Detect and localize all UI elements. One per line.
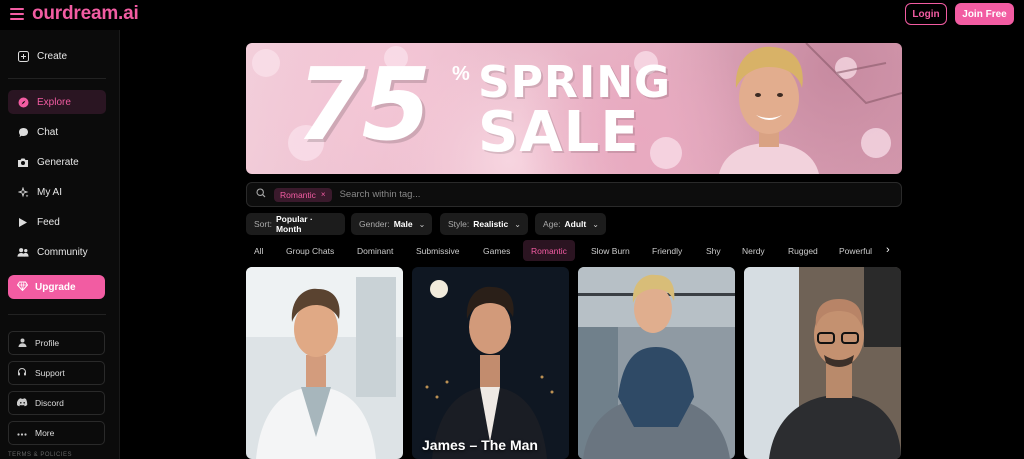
filter-value: Adult: [564, 219, 587, 229]
filter-label: Sort:: [254, 219, 272, 229]
logo[interactable]: ourdream.ai: [32, 3, 139, 25]
tag-group-chats[interactable]: Group Chats: [278, 240, 342, 261]
tag-powerful[interactable]: Powerful: [831, 240, 880, 261]
sort-dropdown[interactable]: Sort: Popular · Month: [246, 213, 345, 235]
upgrade-button[interactable]: Upgrade: [8, 275, 105, 299]
tag-submissive[interactable]: Submissive: [408, 240, 467, 261]
tag-friendly[interactable]: Friendly: [644, 240, 690, 261]
sidebar-item-my-ai[interactable]: My AI: [8, 180, 106, 204]
discord-icon: [16, 397, 28, 409]
sidebar: Create Explore Chat Generate My AI Feed: [0, 30, 120, 459]
search-icon: [256, 188, 266, 201]
sidebar-item-generate[interactable]: Generate: [8, 150, 106, 174]
gender-dropdown[interactable]: Gender: Male ⌄: [351, 213, 432, 235]
chevron-down-icon: ⌄: [514, 219, 521, 229]
ellipsis-icon: [17, 428, 27, 438]
character-card[interactable]: [578, 267, 735, 459]
sidebar-item-label: Generate: [37, 156, 79, 168]
character-image: [578, 267, 735, 459]
banner-discount-number: 75: [296, 46, 431, 163]
upgrade-label: Upgrade: [35, 281, 76, 293]
filter-value: Male: [393, 219, 413, 229]
chat-bubble-icon: [17, 126, 29, 138]
character-image: [246, 267, 403, 459]
headset-icon: [17, 367, 27, 379]
close-icon[interactable]: ×: [321, 190, 326, 199]
filter-label: Style:: [448, 219, 470, 229]
tag-rugged[interactable]: Rugged: [780, 240, 826, 261]
banner-model-image: [719, 46, 819, 174]
filter-label: Gender:: [359, 219, 390, 229]
play-icon: [17, 216, 29, 228]
character-image: [412, 267, 569, 459]
style-dropdown[interactable]: Style: Realistic ⌄: [440, 213, 528, 235]
banner-percent-sign: %: [452, 63, 470, 85]
sidebar-item-label: More: [35, 428, 55, 438]
sidebar-item-discord[interactable]: Discord: [8, 391, 105, 415]
sidebar-item-label: Discord: [35, 398, 64, 408]
chevron-right-icon[interactable]: ›: [886, 244, 890, 256]
join-free-button[interactable]: Join Free: [955, 3, 1014, 25]
tag-filter-row: All Group Chats Dominant Submissive Game…: [246, 240, 902, 262]
sidebar-item-label: Explore: [37, 96, 71, 108]
sidebar-item-more[interactable]: More: [8, 421, 105, 445]
chevron-down-icon: ⌄: [418, 219, 426, 229]
filter-value: Popular · Month: [275, 214, 313, 234]
sidebar-item-label: Support: [35, 368, 65, 378]
search-input[interactable]: Search within tag...: [340, 189, 421, 200]
terms-link[interactable]: TERMS & POLICIES: [8, 452, 72, 458]
character-card[interactable]: James – The Man: [412, 267, 569, 459]
sidebar-item-community[interactable]: Community: [8, 240, 106, 264]
login-button[interactable]: Login: [905, 3, 947, 25]
tag-games[interactable]: Games: [475, 240, 518, 261]
sparkle-icon: [17, 186, 29, 198]
sidebar-divider: [8, 78, 106, 79]
character-card[interactable]: [246, 267, 403, 459]
camera-icon: [17, 156, 29, 168]
character-image: [744, 267, 901, 459]
chip-label: Romantic: [280, 189, 316, 200]
sidebar-item-feed[interactable]: Feed: [8, 210, 106, 234]
filter-value: Realistic: [473, 219, 509, 229]
filter-label: Age:: [543, 219, 561, 229]
sidebar-item-label: Create: [37, 50, 68, 62]
card-title: James – The Man: [422, 437, 538, 453]
hamburger-menu-icon[interactable]: [10, 8, 24, 20]
top-bar: ourdream.ai Login Join Free: [0, 0, 1024, 30]
diamond-icon: [16, 281, 29, 294]
compass-icon: [17, 96, 29, 108]
banner-line-spring: SPRING: [478, 57, 672, 108]
sidebar-item-support[interactable]: Support: [8, 361, 105, 385]
user-icon: [17, 338, 27, 349]
sidebar-item-label: Feed: [37, 216, 60, 228]
character-card[interactable]: [744, 267, 901, 459]
plus-square-icon: [17, 50, 29, 62]
sidebar-item-label: My AI: [37, 186, 63, 198]
users-icon: [17, 246, 29, 258]
sidebar-item-chat[interactable]: Chat: [8, 120, 106, 144]
banner-line-sale: SALE: [478, 100, 640, 165]
promo-banner[interactable]: 75 % SPRING SALE: [246, 43, 902, 174]
tag-slow-burn[interactable]: Slow Burn: [583, 240, 638, 261]
chevron-down-icon: ⌄: [592, 219, 599, 229]
sidebar-item-create[interactable]: Create: [8, 44, 106, 68]
sidebar-item-label: Chat: [37, 126, 59, 138]
tag-all[interactable]: All: [246, 240, 271, 261]
sidebar-item-label: Community: [37, 246, 88, 258]
sidebar-divider: [8, 314, 106, 315]
sidebar-item-explore[interactable]: Explore: [8, 90, 106, 114]
age-dropdown[interactable]: Age: Adult ⌄: [535, 213, 606, 235]
tag-dominant[interactable]: Dominant: [349, 240, 401, 261]
selected-tag-chip[interactable]: Romantic ×: [274, 187, 332, 202]
tag-nerdy[interactable]: Nerdy: [734, 240, 773, 261]
tag-search-bar[interactable]: Romantic × Search within tag...: [246, 182, 902, 207]
tag-shy[interactable]: Shy: [698, 240, 729, 261]
tag-romantic[interactable]: Romantic: [523, 240, 575, 261]
sidebar-item-label: Profile: [35, 338, 60, 348]
sidebar-item-profile[interactable]: Profile: [8, 331, 105, 355]
